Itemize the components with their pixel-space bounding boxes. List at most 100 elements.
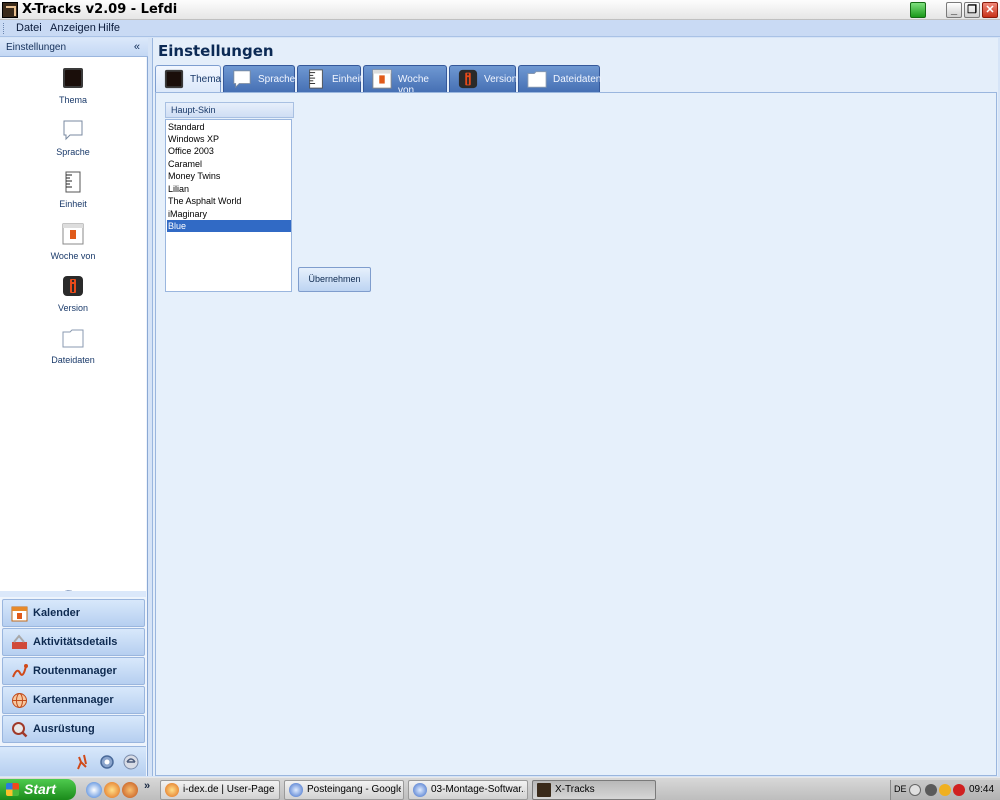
app-icon — [2, 2, 18, 18]
firefox-alt-icon[interactable] — [122, 782, 138, 798]
nav-footer — [0, 746, 146, 776]
calendar-page-icon — [372, 69, 392, 89]
info-icon — [458, 69, 478, 89]
network-icon[interactable] — [925, 784, 937, 796]
skin-listbox[interactable]: Standard Windows XP Office 2003 Caramel … — [165, 119, 292, 292]
task-label: i-dex.de | User-Page ... — [183, 784, 277, 795]
tab-sprache[interactable]: Sprache — [223, 65, 295, 92]
close-button[interactable]: ✕ — [982, 2, 998, 18]
theme-icon — [164, 69, 184, 89]
browser-icon — [413, 783, 427, 797]
tab-dateidaten[interactable]: Dateidaten — [518, 65, 602, 92]
nav-item-einheit[interactable]: Einheit — [0, 161, 146, 213]
apply-button[interactable]: Übernehmen — [298, 267, 371, 292]
section-kalender[interactable]: Kalender — [2, 599, 145, 627]
calendar-page-icon — [62, 223, 84, 245]
ruler-icon — [309, 69, 323, 89]
language-indicator[interactable]: DE — [894, 784, 907, 794]
browser-icon — [289, 783, 303, 797]
speech-bubble-icon — [63, 120, 83, 141]
task-button-idex[interactable]: i-dex.de | User-Page ... — [160, 780, 280, 800]
antivirus-icon[interactable] — [953, 784, 965, 796]
main-area: Einstellungen Thema Sprache Einheit Woch… — [152, 38, 998, 776]
section-kartenmanager[interactable]: Kartenmanager — [2, 686, 145, 714]
section-routenmanager[interactable]: Routenmanager — [2, 657, 145, 685]
tab-einheit[interactable]: Einheit — [297, 65, 363, 92]
nav-item-label: Sprache — [56, 147, 90, 157]
folder-icon — [527, 71, 547, 88]
browser-icon[interactable] — [122, 753, 140, 771]
info-icon — [63, 276, 83, 296]
windows-logo-icon — [6, 783, 19, 796]
nav-item-woche-von[interactable]: Woche von — [0, 213, 146, 265]
nav-item-label: Woche von — [50, 251, 96, 261]
nav-item-dateidaten[interactable]: Dateidaten — [0, 317, 146, 369]
nav-item-label: Version — [57, 303, 89, 313]
skin-option[interactable]: iMaginary — [167, 208, 291, 220]
tab-label: Sprache — [258, 74, 296, 85]
skin-option[interactable]: Office 2003 — [167, 145, 291, 157]
title-bar: X-Tracks v2.09 - Lefdi _ ❐ ✕ — [0, 0, 1000, 20]
tab-label: Dateidaten — [553, 74, 602, 85]
tab-label: Einheit — [332, 74, 363, 85]
skin-option[interactable]: Money Twins — [167, 170, 291, 182]
task-button-xtracks[interactable]: X-Tracks — [532, 780, 656, 800]
skin-option[interactable]: Standard — [167, 121, 291, 133]
task-button-posteingang[interactable]: Posteingang - Google... — [284, 780, 404, 800]
menu-grip — [3, 23, 6, 34]
navigation-pane: Einstellungen « Thema Sprache Einheit Wo… — [0, 38, 148, 776]
system-tray: DE 09:44 — [890, 780, 1000, 800]
tab-version[interactable]: Version — [449, 65, 518, 92]
app-icon — [537, 783, 551, 797]
tray-yellow-icon[interactable] — [939, 784, 951, 796]
tab-thema[interactable]: Thema — [155, 65, 221, 93]
start-button[interactable]: Start — [0, 779, 76, 800]
minimize-button[interactable]: _ — [946, 2, 962, 18]
nav-item-sprache[interactable]: Sprache — [0, 109, 146, 161]
collapse-icon[interactable]: « — [134, 41, 140, 53]
section-aktivitaetsdetails[interactable]: Aktivitätsdetails — [2, 628, 145, 656]
settings-gear-icon[interactable] — [98, 753, 116, 771]
section-ausruestung[interactable]: Ausrüstung — [2, 715, 145, 743]
tab-label: Version — [484, 74, 518, 85]
nav-header-title: Einstellungen — [6, 42, 67, 53]
desktop-icon[interactable] — [86, 782, 102, 798]
runner-icon[interactable] — [73, 753, 91, 771]
nav-item-version[interactable]: Version — [0, 265, 146, 317]
nav-splitter[interactable] — [0, 584, 146, 597]
menu-bar: Datei Anzeigen Hilfe — [0, 20, 1000, 37]
calendar-icon — [11, 606, 28, 622]
firefox-icon — [165, 783, 179, 797]
menu-anzeigen[interactable]: Anzeigen — [50, 22, 96, 34]
section-label: Kalender — [33, 607, 81, 619]
route-icon — [12, 664, 28, 678]
nav-item-list: Thema Sprache Einheit Woche von Version … — [0, 57, 146, 591]
ruler-icon — [65, 171, 81, 193]
menu-hilfe[interactable]: Hilfe — [98, 22, 120, 34]
skin-group: Haupt-Skin Standard Windows XP Office 20… — [165, 102, 294, 293]
firefox-icon[interactable] — [104, 782, 120, 798]
task-button-montage[interactable]: 03-Montage-Softwar... — [408, 780, 528, 800]
quicklaunch-more-icon[interactable]: » — [144, 780, 150, 792]
nav-item-label: Thema — [58, 95, 87, 105]
menu-datei[interactable]: Datei — [16, 22, 42, 34]
skin-option[interactable]: Lilian — [167, 183, 291, 195]
task-label: Posteingang - Google... — [307, 784, 401, 795]
skin-option-selected[interactable]: Blue — [167, 220, 291, 232]
tray-arrow-icon[interactable] — [909, 784, 921, 796]
green-tray-icon[interactable] — [910, 2, 926, 18]
maximize-button[interactable]: ❐ — [964, 2, 980, 18]
taskbar: Start » i-dex.de | User-Page ... Postein… — [0, 777, 1000, 800]
task-label: 03-Montage-Softwar... — [431, 784, 525, 795]
tab-woche-von[interactable]: Woche von — [363, 65, 447, 96]
skin-option[interactable]: Windows XP — [167, 133, 291, 145]
nav-item-thema[interactable]: Thema — [0, 57, 146, 109]
section-label: Aktivitätsdetails — [33, 636, 118, 648]
clock: 09:44 — [969, 784, 995, 795]
skin-option[interactable]: The Asphalt World — [167, 195, 291, 207]
skin-option[interactable]: Caramel — [167, 158, 291, 170]
nav-header: Einstellungen « — [0, 38, 148, 57]
theme-icon — [63, 68, 83, 88]
folder-icon — [62, 329, 84, 348]
skin-group-title: Haupt-Skin — [171, 105, 216, 115]
